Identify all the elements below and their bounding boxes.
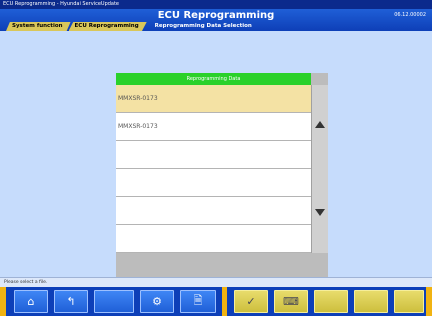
print-button[interactable]: 🗎 [180,290,216,313]
confirm-button[interactable]: ✓ [234,290,268,313]
toolbar-edge-left [0,287,6,316]
screen-code: 06.12.00002 [394,12,426,18]
toolbar-divider [222,287,227,316]
keyboard-button[interactable]: ⌨ [274,290,308,313]
list-item[interactable] [116,141,311,169]
list-item[interactable] [116,225,311,253]
blank-button-2[interactable] [314,290,348,313]
list-item[interactable] [116,197,311,225]
list-header: Reprogramming Data [116,73,311,85]
blank-button-3[interactable] [354,290,388,313]
breadcrumb-ecu-reprogramming[interactable]: ECU Reprogramming [68,22,147,31]
window-title: ECU Reprogramming - Hyundai ServiceUpdat… [0,0,432,9]
scroll-up-icon[interactable] [315,121,325,128]
list-rows: MMXSR-0173 MMXSR-0173 [116,85,311,253]
tools-button[interactable]: ⚙ [140,290,174,313]
home-button[interactable]: ⌂ [14,290,48,313]
blank-button-4[interactable] [394,290,424,313]
print-icon: 🗎 [193,294,203,307]
back-icon: ↰ [66,295,76,308]
page-title: ECU Reprogramming [157,10,275,21]
list-item[interactable]: MMXSR-0173 [116,113,311,141]
list-scrollbar[interactable] [311,85,328,253]
keyboard-icon: ⌨ [283,295,299,308]
main-area: Reprogramming Data MMXSR-0173 MMXSR-0173 [0,31,432,295]
header: ECU Reprogramming 06.12.00002 System fun… [0,9,432,31]
house-icon: ⌂ [27,295,35,308]
list-item[interactable] [116,169,311,197]
check-icon: ✓ [246,295,256,308]
data-list-panel: Reprogramming Data MMXSR-0173 MMXSR-0173 [116,73,328,295]
bottom-toolbar: ⌂ ↰ ⚙ 🗎 ✓ ⌨ [0,287,432,316]
status-bar: Please select a file. [0,277,432,287]
scroll-down-icon[interactable] [315,209,325,216]
list-item[interactable]: MMXSR-0173 [116,85,311,113]
breadcrumb-current: Reprogramming Data Selection [154,23,252,29]
breadcrumb: System function ECU Reprogramming Reprog… [6,22,258,31]
back-button[interactable]: ↰ [54,290,88,313]
toolbar-edge-right [426,287,432,316]
tools-icon: ⚙ [152,295,162,308]
breadcrumb-system-function[interactable]: System function [6,22,71,31]
blank-button-1[interactable] [94,290,134,313]
